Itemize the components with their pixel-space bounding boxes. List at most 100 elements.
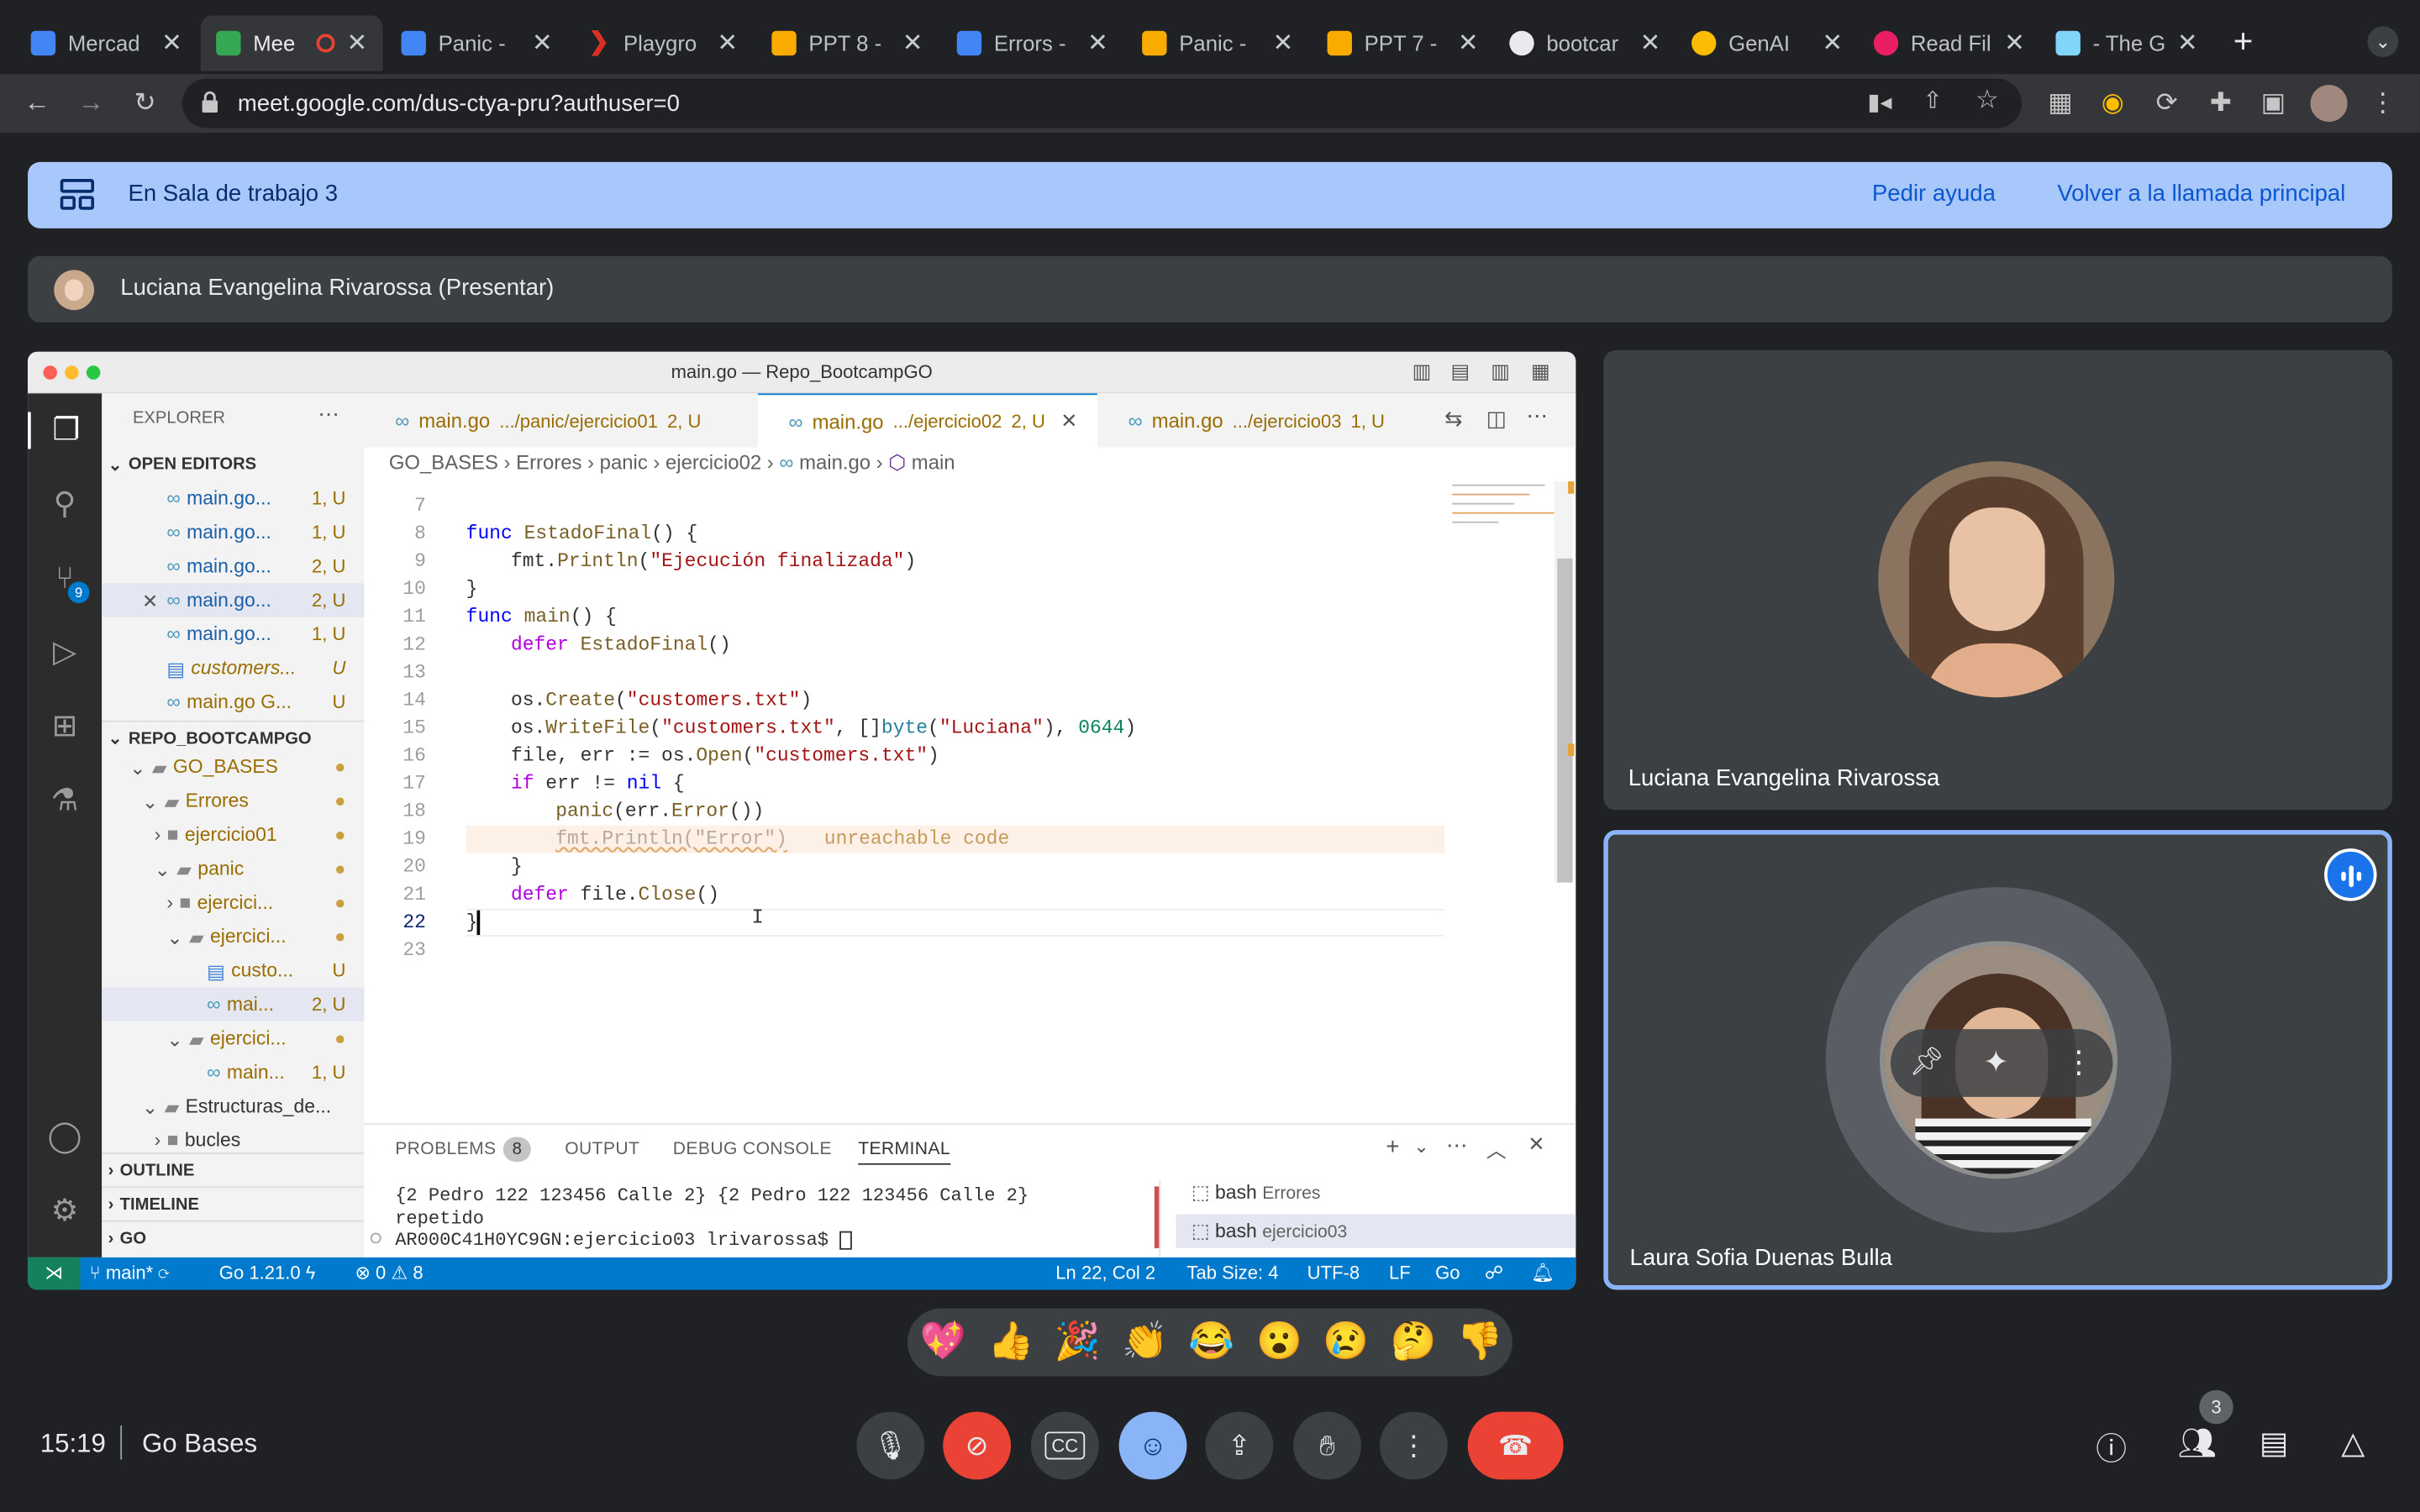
tree-folder[interactable]: › ■ ejercicio01 ● — [102, 817, 364, 851]
browser-tab[interactable]: Panic - ✕ — [386, 15, 568, 71]
breadcrumb-item[interactable]: Errores — [516, 450, 581, 474]
minimap[interactable] — [1452, 481, 1555, 528]
minimize-window-icon[interactable] — [65, 365, 79, 380]
close-window-icon[interactable] — [43, 365, 57, 380]
editor-tab-active[interactable]: ∞ main.go .../ejercicio02 2, U ✕ — [757, 393, 1097, 448]
qr-extension-icon[interactable]: ▦ — [2044, 87, 2077, 120]
extensions-puzzle-icon[interactable]: ✚ — [2204, 87, 2238, 120]
reaction-heart[interactable]: 💖 — [920, 1319, 966, 1363]
customize-layout-icon[interactable]: ▦ — [1531, 352, 1550, 392]
pin-icon[interactable]: 📌︎ — [1909, 1046, 1944, 1079]
camera-off-button[interactable]: ⊘ — [943, 1411, 1012, 1480]
people-icon[interactable]: 👥︎ — [2178, 1424, 2217, 1462]
tree-file[interactable]: ∞ main... 1, U — [102, 1055, 364, 1089]
microphone-button[interactable]: 🎙︎ — [856, 1411, 925, 1480]
tree-file-active[interactable]: ∞ mai... 2, U — [102, 987, 365, 1021]
timeline-header[interactable]: › TIMELINE — [102, 1186, 365, 1220]
browser-tab-active[interactable]: Mee ✕ — [200, 15, 383, 71]
info-icon[interactable]: ⓘ — [2096, 1424, 2127, 1468]
toggle-sidebar-icon[interactable]: ▥ — [1413, 352, 1432, 392]
end-of-line[interactable]: LF — [1389, 1262, 1411, 1284]
extensions-icon[interactable]: ⊞ — [46, 708, 83, 745]
profile-avatar[interactable] — [2310, 85, 2348, 123]
open-editor-item-active[interactable]: ✕ ∞ main.go... 2, U — [102, 583, 365, 617]
share-icon[interactable]: ⇧ — [1923, 87, 1943, 114]
tab-search-icon[interactable]: ⌄ — [2367, 26, 2399, 57]
browser-tab[interactable]: ❯ Playgro ✕ — [571, 15, 754, 71]
tree-folder[interactable]: ⌄ ▰ ejercici... ● — [102, 1021, 364, 1055]
forward-icon[interactable]: → — [74, 87, 108, 120]
breadcrumb-item[interactable]: GO_BASES — [389, 450, 498, 474]
testing-icon[interactable]: ⚗ — [46, 782, 83, 819]
close-icon[interactable]: ✕ — [1640, 28, 1661, 59]
panel-tab-output[interactable]: OUTPUT — [565, 1140, 639, 1158]
return-main-call-button[interactable]: Volver a la llamada principal — [2057, 181, 2345, 207]
more-options-icon[interactable]: ⋮ — [2064, 1043, 2095, 1082]
scrollbar[interactable] — [1554, 481, 1575, 883]
browser-tab[interactable]: PPT 8 - ✕ — [756, 15, 939, 71]
close-icon[interactable]: ✕ — [2004, 28, 2025, 59]
reaction-thumbs-down[interactable]: 👎 — [1457, 1319, 1503, 1363]
new-terminal-icon[interactable]: + — [1386, 1134, 1399, 1160]
browser-tab[interactable]: Mercad ✕ — [15, 15, 197, 71]
ask-help-button[interactable]: Pedir ayuda — [1872, 181, 1996, 207]
bookmark-star-icon[interactable]: ☆ — [1975, 85, 1999, 116]
genai-extension-icon[interactable]: ◉ — [2096, 87, 2129, 120]
open-editor-item[interactable]: ∞ main.go... 1, U — [102, 481, 364, 515]
run-debug-icon[interactable]: ▷ — [46, 634, 83, 671]
remote-icon[interactable]: ⋊ — [28, 1257, 81, 1290]
more-options-button[interactable]: ⋮ — [1380, 1411, 1448, 1480]
reactions-button[interactable]: ☺ — [1118, 1411, 1187, 1480]
address-bar[interactable]: meet.google.com/dus-ctya-pru?authuser=0 … — [182, 78, 2023, 129]
browser-tab[interactable]: GenAI ✕ — [1676, 15, 1859, 71]
search-icon[interactable]: ⚲ — [46, 486, 83, 523]
terminal-output[interactable]: {2 Pedro 122 123456 Calle 2} {2 Pedro 12… — [395, 1185, 1028, 1252]
breadcrumb-item[interactable]: ejercicio02 — [666, 450, 761, 474]
open-editor-item[interactable]: ∞ main.go G... U — [102, 685, 364, 718]
participant-tile[interactable]: Luciana Evangelina Rivarossa — [1603, 349, 2392, 811]
reaction-surprised[interactable]: 😮 — [1256, 1319, 1302, 1363]
close-icon[interactable]: ✕ — [1087, 28, 1108, 59]
new-tab-button[interactable]: + — [2233, 22, 2254, 62]
cursor-position[interactable]: Ln 22, Col 2 — [1055, 1262, 1155, 1284]
breadcrumb-item[interactable]: panic — [600, 450, 648, 474]
problems-status[interactable]: ⊗ 0 ⚠ 8 — [355, 1262, 423, 1284]
toggle-panel-icon[interactable]: ▤ — [1450, 352, 1470, 392]
terminal-list-item[interactable]: ⬚ bash Errores — [1192, 1180, 1321, 1214]
open-editor-item[interactable]: ∞ main.go... 1, U — [102, 515, 364, 549]
editor-tab[interactable]: ∞ main.go .../ejercicio03 1, U — [1097, 393, 1437, 447]
reaction-thumbs-up[interactable]: 👍 — [987, 1319, 1034, 1363]
chevron-down-icon[interactable]: ⌄ — [1413, 1136, 1428, 1158]
tree-folder[interactable]: › ■ ejercici... ● — [102, 885, 364, 919]
present-button[interactable]: ⇪ — [1205, 1411, 1274, 1480]
accounts-icon[interactable]: ◯ — [46, 1119, 83, 1156]
panel-tab-debug-console[interactable]: DEBUG CONSOLE — [673, 1140, 832, 1158]
tree-folder[interactable]: ⌄ ▰ Estructuras_de... — [102, 1089, 364, 1123]
browser-tab[interactable]: - The G ✕ — [2040, 15, 2213, 71]
side-panel-icon[interactable]: ▣ — [2256, 87, 2290, 120]
toggle-secondary-sidebar-icon[interactable]: ▥ — [1491, 352, 1510, 392]
tree-folder[interactable]: ⌄ ▰ Errores ● — [102, 784, 364, 817]
open-editor-item[interactable]: ▤ customers... U — [102, 651, 364, 685]
split-editor-icon[interactable]: ◫ — [1486, 406, 1507, 432]
tree-folder[interactable]: ⌄ ▰ panic ● — [102, 852, 364, 885]
close-icon[interactable]: ✕ — [717, 28, 738, 59]
tree-folder[interactable]: ⌄ ▰ GO_BASES ● — [102, 750, 364, 784]
go-header[interactable]: › GO — [102, 1220, 365, 1254]
reaction-thinking[interactable]: 🤔 — [1391, 1319, 1437, 1363]
participant-tile-speaking[interactable]: 📌︎ ✦ ⋮ Laura Sofia Duenas Bulla — [1603, 830, 2392, 1290]
reaction-laugh[interactable]: 😂 — [1188, 1319, 1234, 1363]
settings-gear-icon[interactable]: ⚙ — [46, 1193, 83, 1230]
tree-folder[interactable]: ⌄ ▰ ejercici... ● — [102, 920, 364, 953]
more-actions-icon[interactable]: ⋯ — [1446, 1132, 1468, 1158]
chat-icon[interactable]: ▤ — [2260, 1424, 2289, 1462]
breadcrumb-item[interactable]: main.go — [799, 450, 871, 474]
leave-call-button[interactable]: ☎︎ — [1467, 1411, 1564, 1480]
breadcrumb-item[interactable]: main — [912, 450, 955, 474]
editor-tab[interactable]: ∞ main.go .../panic/ejercicio01 2, U — [364, 393, 757, 447]
open-editor-item[interactable]: ∞ main.go... 2, U — [102, 549, 364, 583]
terminal-list-item-active[interactable]: ⬚ bash ejercicio03 — [1176, 1214, 1576, 1248]
outline-header[interactable]: › OUTLINE — [102, 1152, 365, 1186]
browser-tab[interactable]: PPT 7 - ✕ — [1312, 15, 1494, 71]
explorer-more-icon[interactable]: ⋯ — [318, 402, 339, 428]
